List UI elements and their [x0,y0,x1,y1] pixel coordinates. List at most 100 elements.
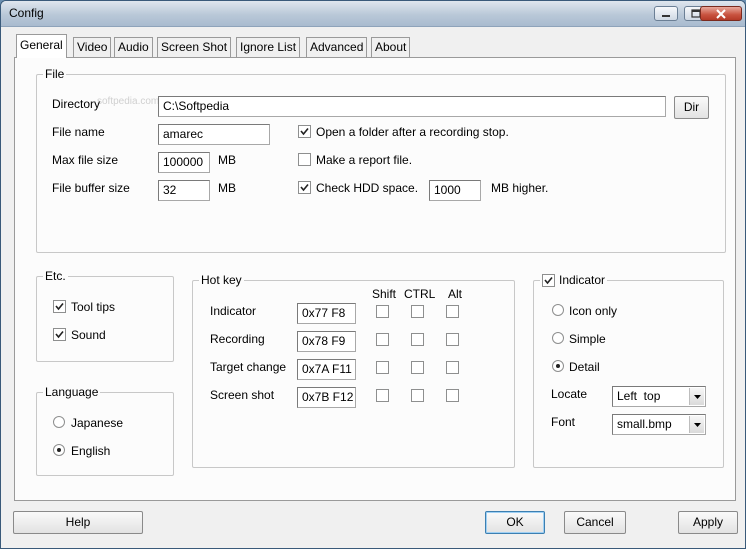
close-button[interactable] [700,6,742,21]
filename-input[interactable]: amarec [158,124,270,145]
buffer-label: File buffer size [52,181,130,195]
tooltips-checkbox[interactable] [53,300,66,313]
hotkey-screenshot-input[interactable]: 0x7B F12 [297,387,356,408]
close-icon [716,8,726,19]
hotkey-recording-ctrl-checkbox[interactable] [411,333,424,346]
indicator-enable-checkbox[interactable] [542,273,555,287]
hotkey-recording-label: Recording [210,332,265,346]
tab-audio[interactable]: Audio [114,37,153,57]
col-alt: Alt [448,287,463,301]
checkmark-icon [544,276,553,284]
hotkey-screenshot-label: Screen shot [210,388,275,402]
directory-label: Directory [52,97,101,111]
tab-label: About [375,40,407,54]
group-label: File [45,67,65,81]
chevron-down-icon [693,394,701,399]
hotkey-indicator-ctrl-checkbox[interactable] [411,305,424,318]
tab-general[interactable]: General [16,34,67,58]
help-button[interactable]: Help [13,511,143,534]
hotkey-indicator-alt-checkbox[interactable] [446,305,459,318]
dialog-content: General Video Audio Screen Shot Ignore L… [1,27,745,548]
hotkey-recording-input[interactable]: 0x78 F9 [297,331,356,352]
font-value: small.bmp [617,417,672,431]
directory-input[interactable]: C:\Softpedia [158,96,666,117]
tab-advanced[interactable]: Advanced [306,37,368,57]
dropdown-button[interactable] [689,416,704,433]
window-title: Config [9,6,44,20]
tab-ignore-list[interactable]: Ignore List [236,37,301,57]
dir-button[interactable]: Dir [674,96,709,119]
locate-select[interactable]: Left top [612,386,706,407]
buffer-input[interactable]: 32 [158,180,210,201]
icon-only-label: Icon only [569,304,618,318]
cancel-button[interactable]: Cancel [564,511,626,534]
col-shift: Shift [372,287,397,301]
group-label: Hot key [201,273,242,287]
hdd-checkbox[interactable] [298,181,311,194]
hotkey-target-ctrl-checkbox[interactable] [411,361,424,374]
ok-button[interactable]: OK [485,511,545,534]
detail-radio[interactable] [552,360,564,372]
japanese-label: Japanese [71,416,124,430]
japanese-radio[interactable] [53,416,65,428]
hotkey-recording-alt-checkbox[interactable] [446,333,459,346]
group-label: Indicator [559,273,606,287]
open-folder-label: Open a folder after a recording stop. [316,125,509,139]
hotkey-group: Hot key Shift CTRL Alt Indicator 0x77 F8… [192,273,515,468]
file-group: File Directory C:\Softpedia Dir File nam… [36,67,726,253]
locate-label: Locate [551,387,588,401]
english-label: English [71,444,111,458]
group-label: Language [45,385,99,399]
minimize-icon [662,14,670,17]
hotkey-screenshot-alt-checkbox[interactable] [446,389,459,402]
hotkey-target-alt-checkbox[interactable] [446,361,459,374]
title-bar[interactable]: Config [1,1,745,27]
maxsize-unit: MB [218,153,236,167]
icon-only-radio[interactable] [552,304,564,316]
maxsize-label: Max file size [52,153,119,167]
tab-label: Ignore List [240,40,297,54]
radio-selected-dot [57,448,61,452]
tab-label: General [20,38,63,52]
report-checkbox[interactable] [298,153,311,166]
hdd-unit: MB higher. [491,181,549,195]
hotkey-target-shift-checkbox[interactable] [376,361,389,374]
hdd-input[interactable]: 1000 [429,180,481,201]
hotkey-screenshot-ctrl-checkbox[interactable] [411,389,424,402]
simple-radio[interactable] [552,332,564,344]
hotkey-screenshot-shift-checkbox[interactable] [376,389,389,402]
font-label: Font [551,415,576,429]
tab-screen-shot[interactable]: Screen Shot [157,37,232,57]
checkmark-icon [300,127,309,136]
tab-panel-general: softpedia.com File Directory C:\Softpedi… [14,57,736,501]
font-select[interactable]: small.bmp [612,414,706,435]
sound-label: Sound [71,328,106,342]
tab-about[interactable]: About [371,37,411,57]
col-ctrl: CTRL [404,287,436,301]
filename-label: File name [52,125,105,139]
checkmark-icon [55,302,64,311]
english-radio[interactable] [53,444,65,456]
sound-checkbox[interactable] [53,328,66,341]
hotkey-group-title: Hot key [199,273,244,287]
chevron-down-icon [693,422,701,427]
minimize-button[interactable] [654,6,678,21]
hotkey-indicator-shift-checkbox[interactable] [376,305,389,318]
buffer-unit: MB [218,181,236,195]
maxsize-input[interactable]: 100000 [158,152,210,173]
hotkey-recording-shift-checkbox[interactable] [376,333,389,346]
tab-video[interactable]: Video [73,37,112,57]
indicator-group: Indicator Icon only Simple Detail Locate… [533,273,724,468]
simple-label: Simple [569,332,606,346]
apply-button[interactable]: Apply [678,511,738,534]
etc-group-title: Etc. [43,269,68,283]
checkmark-icon [300,183,309,192]
dropdown-button[interactable] [689,388,704,405]
hotkey-indicator-label: Indicator [210,304,257,318]
open-folder-checkbox[interactable] [298,125,311,138]
locate-value: Left top [617,389,661,403]
hotkey-indicator-input[interactable]: 0x77 F8 [297,303,356,324]
language-group-title: Language [43,385,101,399]
language-group: Language Japanese English [36,385,174,476]
hotkey-target-input[interactable]: 0x7A F11 [297,359,356,380]
